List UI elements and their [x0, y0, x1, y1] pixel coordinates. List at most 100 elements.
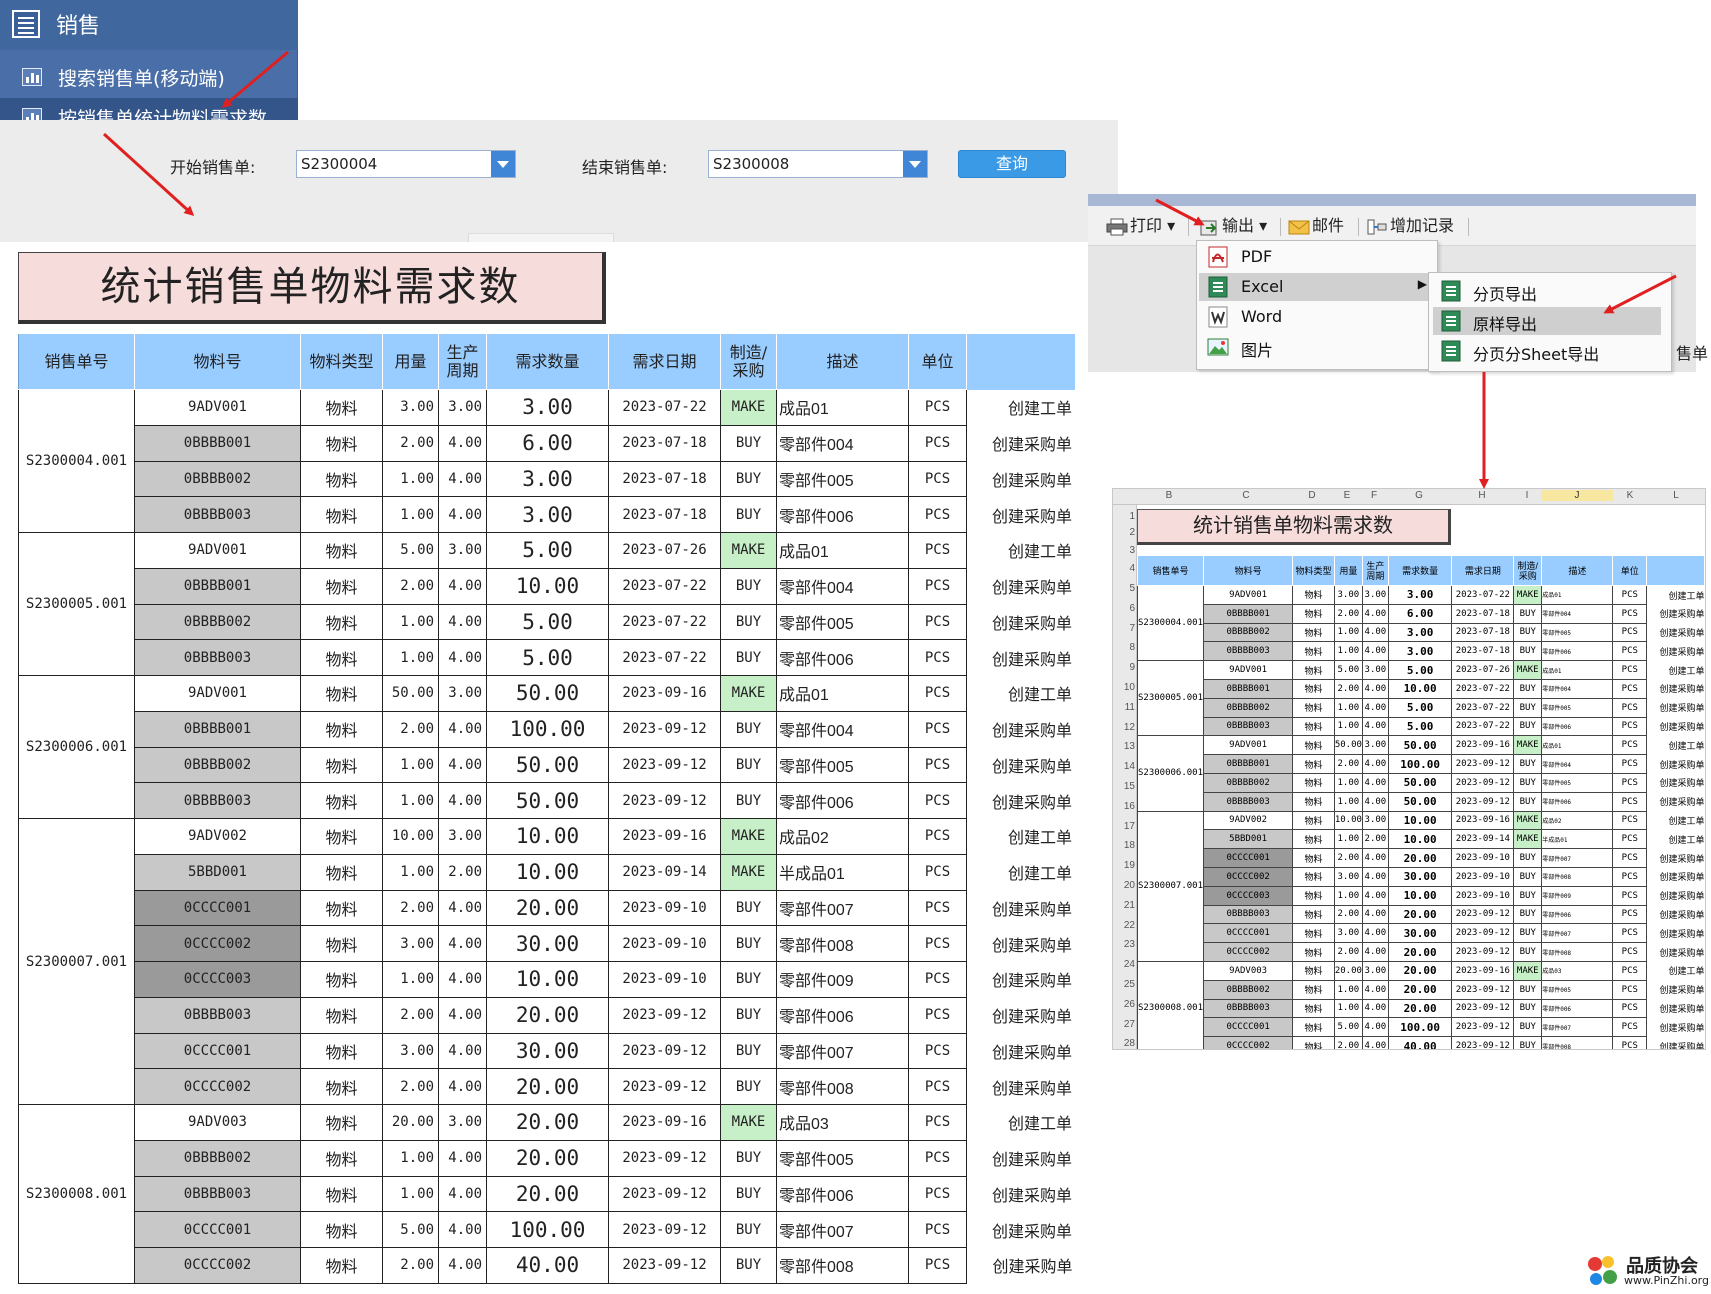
excel-column-header[interactable]: F [1361, 490, 1387, 501]
excel-row-header[interactable]: 11 [1113, 702, 1135, 713]
create-purchase-order-link[interactable]: 创建采购单 [1647, 943, 1704, 962]
excel-column-header[interactable]: I [1513, 490, 1541, 501]
create-purchase-order-link[interactable]: 创建采购单 [1647, 924, 1704, 943]
export-button[interactable]: 输出 ▾ [1198, 214, 1267, 238]
create-purchase-order-link[interactable]: 创建采购单 [1647, 1018, 1704, 1037]
create-purchase-order-link[interactable]: 创建采购单 [1647, 905, 1704, 924]
excel-row-header[interactable]: 25 [1113, 979, 1135, 990]
submenu-item-as-is-export[interactable]: 原样导出 [1433, 307, 1661, 335]
excel-column-header[interactable]: D [1291, 490, 1333, 501]
excel-row-header[interactable]: 16 [1113, 801, 1135, 812]
excel-row-header[interactable]: 5 [1113, 583, 1135, 594]
menu-item-search-sales-order-mobile[interactable]: 搜索销售单(移动端) [0, 58, 298, 96]
create-work-order-link[interactable]: 创建工单 [967, 390, 1075, 426]
chevron-down-icon[interactable] [903, 151, 927, 177]
create-purchase-order-link[interactable]: 创建采购单 [967, 1212, 1075, 1248]
create-purchase-order-link[interactable]: 创建采购单 [967, 962, 1075, 998]
create-purchase-order-link[interactable]: 创建采购单 [967, 461, 1075, 497]
create-purchase-order-link[interactable]: 创建采购单 [1647, 867, 1704, 886]
submenu-item-paged-export[interactable]: 分页导出 [1433, 277, 1661, 305]
query-button[interactable]: 查询 [958, 150, 1066, 178]
create-work-order-link[interactable]: 创建工单 [1647, 811, 1704, 830]
excel-row-header[interactable]: 10 [1113, 682, 1135, 693]
excel-row-header[interactable]: 6 [1113, 603, 1135, 614]
create-work-order-link[interactable]: 创建工单 [1647, 661, 1704, 680]
excel-row-header[interactable]: 4 [1113, 563, 1135, 574]
excel-column-header[interactable]: L [1647, 490, 1705, 501]
create-purchase-order-link[interactable]: 创建采购单 [967, 747, 1075, 783]
create-purchase-order-link[interactable]: 创建采购单 [967, 711, 1075, 747]
excel-row-header[interactable]: 9 [1113, 662, 1135, 673]
create-work-order-link[interactable]: 创建工单 [1647, 961, 1704, 980]
create-purchase-order-link[interactable]: 创建采购单 [1647, 604, 1704, 623]
excel-row-header[interactable]: 22 [1113, 920, 1135, 931]
excel-row-header[interactable]: 14 [1113, 761, 1135, 772]
create-purchase-order-link[interactable]: 创建采购单 [967, 1140, 1075, 1176]
excel-column-header[interactable]: E [1333, 490, 1361, 501]
export-menu-item-pdf[interactable]: PDF [1199, 243, 1435, 271]
create-purchase-order-link[interactable]: 创建采购单 [1647, 792, 1704, 811]
submenu-item-paged-sheet-export[interactable]: 分页分Sheet导出 [1433, 337, 1661, 365]
create-purchase-order-link[interactable]: 创建采购单 [1647, 773, 1704, 792]
excel-row-header[interactable]: 3 [1113, 545, 1135, 556]
excel-column-header[interactable]: C [1201, 490, 1291, 501]
create-purchase-order-link[interactable]: 创建采购单 [967, 997, 1075, 1033]
excel-row-header[interactable]: 24 [1113, 959, 1135, 970]
excel-row-header[interactable]: 7 [1113, 623, 1135, 634]
excel-column-header[interactable]: B [1137, 490, 1201, 501]
excel-row-header[interactable]: 15 [1113, 781, 1135, 792]
create-work-order-link[interactable]: 创建工单 [1647, 736, 1704, 755]
panel-collapse-handle[interactable] [468, 233, 614, 242]
excel-row-header[interactable]: 13 [1113, 741, 1135, 752]
create-purchase-order-link[interactable]: 创建采购单 [1647, 755, 1704, 774]
create-purchase-order-link[interactable]: 创建采购单 [1647, 642, 1704, 661]
create-purchase-order-link[interactable]: 创建采购单 [967, 890, 1075, 926]
excel-row-header[interactable]: 1 [1113, 511, 1135, 522]
create-purchase-order-link[interactable]: 创建采购单 [1647, 1037, 1704, 1049]
create-work-order-link[interactable]: 创建工单 [1647, 830, 1704, 849]
create-work-order-link[interactable]: 创建工单 [967, 533, 1075, 569]
create-purchase-order-link[interactable]: 创建采购单 [967, 497, 1075, 533]
create-work-order-link[interactable]: 创建工单 [967, 819, 1075, 855]
excel-column-header[interactable]: J [1541, 490, 1613, 501]
create-purchase-order-link[interactable]: 创建采购单 [1647, 679, 1704, 698]
create-purchase-order-link[interactable]: 创建采购单 [1647, 698, 1704, 717]
create-purchase-order-link[interactable]: 创建采购单 [967, 1248, 1075, 1284]
create-purchase-order-link[interactable]: 创建采购单 [967, 568, 1075, 604]
excel-row-header[interactable]: 26 [1113, 999, 1135, 1010]
create-purchase-order-link[interactable]: 创建采购单 [1647, 849, 1704, 868]
excel-column-header[interactable]: G [1387, 490, 1451, 501]
mail-button[interactable]: 邮件 [1288, 214, 1344, 238]
create-purchase-order-link[interactable]: 创建采购单 [1647, 717, 1704, 736]
create-purchase-order-link[interactable]: 创建采购单 [1647, 999, 1704, 1018]
create-work-order-link[interactable]: 创建工单 [967, 854, 1075, 890]
create-work-order-link[interactable]: 创建工单 [967, 676, 1075, 712]
excel-row-header[interactable]: 27 [1113, 1019, 1135, 1030]
excel-row-header[interactable]: 12 [1113, 722, 1135, 733]
create-purchase-order-link[interactable]: 创建采购单 [967, 783, 1075, 819]
sales-menu-header[interactable]: 销售 [0, 0, 298, 50]
excel-row-header[interactable]: 20 [1113, 880, 1135, 891]
excel-row-header[interactable]: 2 [1113, 527, 1135, 538]
create-purchase-order-link[interactable]: 创建采购单 [967, 425, 1075, 461]
create-purchase-order-link[interactable]: 创建采购单 [1647, 623, 1704, 642]
export-menu-item-excel[interactable]: Excel ▶ [1199, 273, 1435, 301]
print-button[interactable]: 打印 ▾ [1106, 214, 1175, 238]
create-work-order-link[interactable]: 创建工单 [1647, 586, 1704, 605]
export-menu-item-word[interactable]: Word [1199, 303, 1435, 331]
create-purchase-order-link[interactable]: 创建采购单 [967, 926, 1075, 962]
create-purchase-order-link[interactable]: 创建采购单 [967, 1069, 1075, 1105]
excel-row-header[interactable]: 28 [1113, 1038, 1135, 1049]
create-purchase-order-link[interactable]: 创建采购单 [967, 1033, 1075, 1069]
add-record-button[interactable]: 增加记录 [1366, 214, 1454, 238]
create-purchase-order-link[interactable]: 创建采购单 [1647, 886, 1704, 905]
excel-row-header[interactable]: 23 [1113, 939, 1135, 950]
excel-row-header[interactable]: 8 [1113, 642, 1135, 653]
excel-row-header[interactable]: 17 [1113, 821, 1135, 832]
create-work-order-link[interactable]: 创建工单 [967, 1105, 1075, 1141]
export-menu-item-image[interactable]: 图片 [1199, 333, 1435, 361]
create-purchase-order-link[interactable]: 创建采购单 [1647, 980, 1704, 999]
excel-column-header[interactable]: K [1613, 490, 1647, 501]
start-sales-order-combo[interactable]: S2300004 [296, 150, 516, 178]
excel-row-header[interactable]: 19 [1113, 860, 1135, 871]
